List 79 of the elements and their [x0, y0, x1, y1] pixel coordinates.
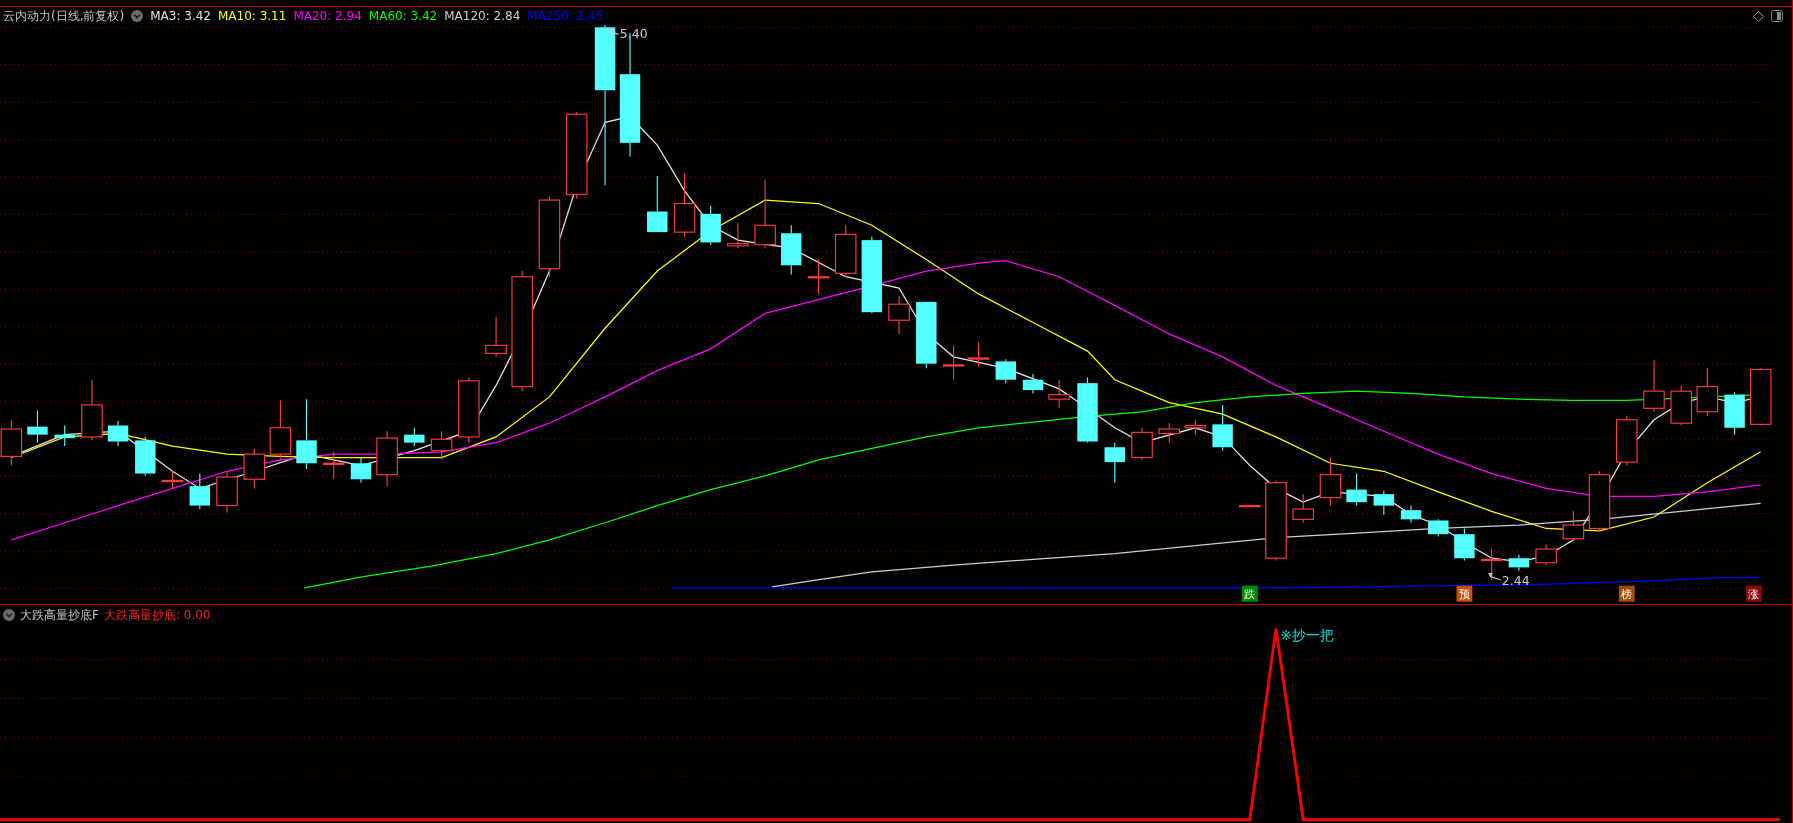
candlestick — [1022, 373, 1044, 394]
candlestick — [458, 376, 480, 444]
moving-average-reading: MA10: 3.11 — [217, 10, 287, 22]
candlestick — [1239, 505, 1261, 508]
candlestick — [269, 399, 292, 461]
leader-line — [1488, 573, 1502, 581]
leader-line — [607, 29, 620, 35]
candlestick — [916, 301, 937, 369]
candlestick — [807, 259, 830, 295]
candlestick — [1184, 419, 1207, 436]
candlestick — [1158, 422, 1181, 444]
high-price-label: 5.40 — [619, 25, 648, 41]
candlestick — [296, 398, 317, 470]
candlestick — [1724, 391, 1745, 436]
candlestick — [700, 205, 721, 246]
chevron-down-icon[interactable] — [3, 608, 15, 621]
candlestick — [1454, 527, 1475, 562]
panel-toggle-icon[interactable] — [1771, 10, 1783, 22]
candlestick — [995, 358, 1016, 384]
candlestick — [727, 222, 749, 249]
candlestick — [1588, 470, 1611, 532]
candlestick — [967, 341, 990, 367]
candlestick — [1319, 456, 1342, 507]
candlestick — [1104, 442, 1125, 484]
low-price-label: 2.44 — [1501, 572, 1530, 588]
candlestick — [107, 420, 129, 447]
candlestick — [647, 175, 668, 233]
candlestick — [1670, 384, 1692, 427]
candlestick — [1373, 490, 1395, 516]
candlestick — [834, 224, 857, 278]
moving-average-reading: MA60: 3.42 — [368, 10, 438, 22]
candlestick — [189, 473, 210, 510]
chevron-down-icon[interactable] — [131, 10, 144, 22]
candlestick — [404, 427, 425, 447]
moving-average-reading: MA3: 3.42 — [150, 10, 211, 22]
indicator-name: 大跌高量抄底F — [20, 608, 99, 621]
candlestick — [1615, 415, 1638, 467]
candlestick — [1749, 367, 1772, 427]
candlestick — [1400, 505, 1422, 524]
candlestick — [1535, 543, 1557, 566]
candlestick — [1048, 379, 1070, 409]
candlestick — [161, 470, 184, 489]
candlestick — [430, 430, 453, 461]
candlestick — [1562, 510, 1585, 542]
buy-signal-label: ※抄一把 — [1280, 626, 1334, 643]
candlestick — [888, 295, 910, 335]
candlestick — [1643, 359, 1665, 413]
candlestick — [673, 173, 696, 238]
candlestick — [1696, 367, 1719, 417]
candlestick — [1480, 548, 1503, 581]
candlestick — [754, 178, 776, 249]
moving-average-reading: MA20: 2.94 — [293, 10, 362, 22]
candlestick — [54, 424, 75, 447]
candlestick — [1508, 554, 1530, 572]
signal-badge: 跌 — [1241, 585, 1258, 602]
candlestick — [1428, 518, 1449, 538]
candlestick — [1131, 427, 1153, 461]
candlestick — [350, 456, 372, 484]
moving-average-reading: MA120: 2.84 — [444, 10, 521, 22]
candlestick — [1212, 404, 1233, 452]
candlestick — [216, 470, 238, 514]
signal-badge: 涨 — [1745, 585, 1762, 602]
candlestick — [781, 224, 802, 275]
candlestick — [1292, 493, 1314, 524]
chart-title: 云内动力(日线,前复权) — [3, 10, 125, 22]
moving-average-reading: MA250: 2.45 — [527, 10, 604, 22]
candlestick — [322, 451, 345, 480]
diamond-icon[interactable] — [1753, 10, 1764, 22]
candlestick — [376, 430, 398, 487]
candlestick — [243, 447, 266, 489]
candlestick — [942, 344, 965, 381]
candlestick — [1077, 376, 1098, 444]
candlestick — [1346, 473, 1367, 507]
candlestick — [81, 379, 103, 441]
candlestick — [27, 410, 48, 444]
indicator-reading: 大跌高量抄底: 0.00 — [103, 608, 211, 621]
candlestick — [135, 436, 156, 477]
candlestick — [485, 316, 507, 358]
signal-badge: 榜 — [1618, 585, 1635, 602]
